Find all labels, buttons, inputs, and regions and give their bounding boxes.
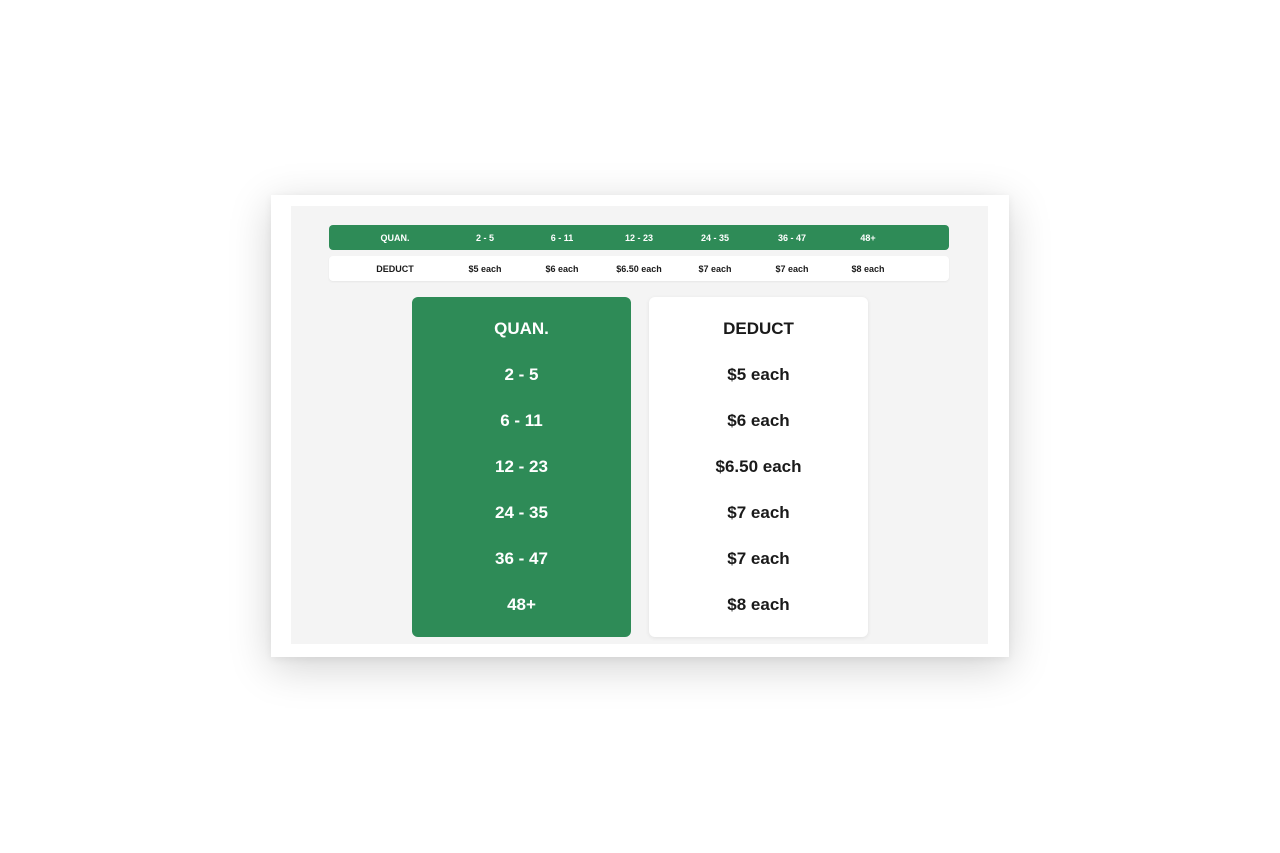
- quantity-column-header: QUAN.: [494, 319, 549, 338]
- quantity-cell: 12 - 23: [495, 457, 548, 476]
- screenshot-frame: QUAN. 2 - 5 6 - 11 12 - 23 24 - 35 36 - …: [271, 195, 1009, 657]
- deduct-cell: $7 each: [727, 503, 790, 522]
- quantity-cell: 6 - 11: [500, 411, 543, 430]
- quantity-cell: 24 - 35: [495, 503, 548, 522]
- horizontal-table-value-row: DEDUCT $5 each $6 each $6.50 each $7 eac…: [329, 256, 949, 281]
- deduct-cell: $6.50 each: [715, 457, 802, 476]
- horizontal-table-header-row: QUAN. 2 - 5 6 - 11 12 - 23 24 - 35 36 - …: [329, 225, 949, 250]
- value-cell-price: $7 each: [775, 263, 809, 274]
- value-cell-price: $5 each: [468, 263, 502, 274]
- quantity-cell: 36 - 47: [495, 549, 548, 568]
- quantity-column-card: QUAN. 2 - 5 6 - 11 12 - 23 24 - 35 36 - …: [412, 297, 631, 637]
- deduct-cell: $8 each: [727, 595, 790, 614]
- value-cell-deduct-label: DEDUCT: [376, 263, 414, 274]
- header-cell-range: 24 - 35: [700, 232, 730, 243]
- value-cell-price: $7 each: [698, 263, 732, 274]
- header-cell-range: 2 - 5: [475, 232, 494, 243]
- header-cell-range: 12 - 23: [624, 232, 654, 243]
- deduct-column-card: DEDUCT $5 each $6 each $6.50 each $7 eac…: [649, 297, 868, 637]
- header-cell-quantity: QUAN.: [380, 232, 410, 243]
- deduct-column-header: DEDUCT: [723, 319, 794, 338]
- value-cell-price: $6.50 each: [616, 263, 662, 274]
- header-cell-range: 6 - 11: [550, 232, 574, 243]
- deduct-cell: $7 each: [727, 549, 790, 568]
- deduct-cell: $5 each: [727, 365, 790, 384]
- content-panel: QUAN. 2 - 5 6 - 11 12 - 23 24 - 35 36 - …: [291, 206, 988, 644]
- quantity-cell: 2 - 5: [504, 365, 539, 384]
- deduct-cell: $6 each: [727, 411, 790, 430]
- header-cell-range: 48+: [860, 232, 876, 243]
- header-cell-range: 36 - 47: [777, 232, 807, 243]
- value-cell-price: $8 each: [851, 263, 885, 274]
- value-cell-price: $6 each: [545, 263, 579, 274]
- quantity-cell: 48+: [507, 595, 536, 614]
